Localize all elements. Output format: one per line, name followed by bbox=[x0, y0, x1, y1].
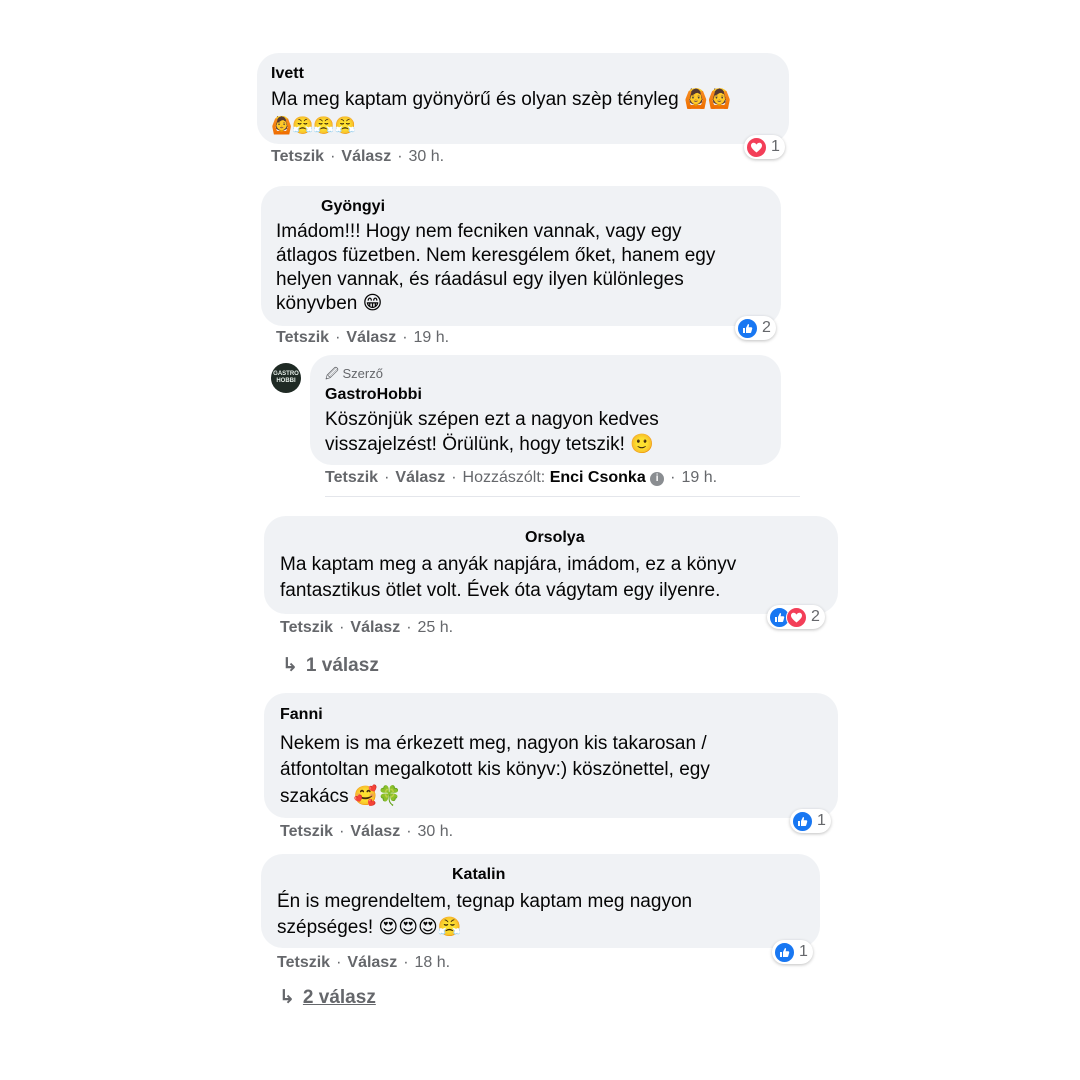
comment-text-line: könyvben 😁 bbox=[276, 293, 383, 314]
reply-text-line: Köszönjük szépen ezt a nagyon kedves bbox=[325, 409, 659, 430]
avatar[interactable]: GASTRO HOBBI bbox=[271, 363, 301, 393]
comment-text-line: szépséges! 😍😍😍😤 bbox=[277, 917, 462, 938]
reply-link[interactable]: Válasz bbox=[395, 469, 445, 486]
reaction-count-value: 1 bbox=[771, 138, 780, 155]
like-icon bbox=[792, 810, 813, 832]
comment-text-line: 🙆😤😤😤 bbox=[271, 116, 356, 136]
like-link[interactable]: Tetszik bbox=[280, 619, 333, 636]
comment-actions: Tetszik · Válasz · 18 h. bbox=[277, 954, 451, 971]
comment-author[interactable]: Gyöngyi bbox=[321, 198, 385, 216]
reply-link[interactable]: Válasz bbox=[347, 954, 397, 971]
divider bbox=[325, 496, 800, 497]
replies-count-label: 1 válasz bbox=[305, 655, 379, 676]
comment-text-line: Én is megrendeltem, tegnap kaptam meg na… bbox=[277, 891, 693, 912]
like-link[interactable]: Tetszik bbox=[277, 954, 330, 971]
comment-text-line: átlagos füzetben. Nem keresgélem őket, h… bbox=[276, 245, 716, 266]
like-icon bbox=[774, 941, 795, 963]
comment-actions: Tetszik · Válasz · 30 h. bbox=[271, 148, 445, 165]
comment-text-line: átfontoltan megalkotott kis könyv:) kösz… bbox=[280, 759, 710, 780]
reply-arrow-icon: ↳ bbox=[282, 655, 298, 676]
reaction-count-value: 2 bbox=[811, 608, 820, 625]
comment-timestamp: 18 h. bbox=[414, 954, 451, 971]
comment-actions: Tetszik · Válasz · 19 h. bbox=[276, 329, 450, 346]
like-link[interactable]: Tetszik bbox=[276, 329, 329, 346]
reply-author[interactable]: GastroHobbi bbox=[325, 386, 422, 404]
reply-link[interactable]: Válasz bbox=[341, 148, 391, 165]
comment-text-line: fantasztikus ötlet volt. Évek óta vágyta… bbox=[280, 580, 721, 601]
reaction-count-value: 1 bbox=[817, 812, 826, 829]
replies-count-label: 2 válasz bbox=[302, 987, 376, 1008]
reply-link[interactable]: Válasz bbox=[346, 329, 396, 346]
reaction-count[interactable]: 1 bbox=[744, 135, 785, 159]
reaction-count[interactable]: 2 bbox=[735, 316, 776, 340]
comment-timestamp: 30 h. bbox=[408, 148, 445, 165]
comment-actions: Tetszik · Válasz · 30 h. bbox=[280, 823, 454, 840]
comment-text-line: Nekem is ma érkezett meg, nagyon kis tak… bbox=[280, 733, 707, 754]
like-link[interactable]: Tetszik bbox=[325, 469, 378, 486]
comment-timestamp: 25 h. bbox=[417, 619, 454, 636]
comment-actions: Tetszik · Válasz · 25 h. bbox=[280, 619, 454, 636]
like-link[interactable]: Tetszik bbox=[271, 148, 324, 165]
comment-author[interactable]: Orsolya bbox=[525, 529, 585, 547]
view-replies-link[interactable]: ↳ 2 válasz bbox=[279, 986, 376, 1009]
comment-text-line: Imádom!!! Hogy nem fecniken vannak, vagy… bbox=[276, 221, 682, 242]
comment-text-line: Ma kaptam meg a anyák napjára, imádom, e… bbox=[280, 554, 737, 575]
comment-author[interactable]: Katalin bbox=[452, 866, 505, 884]
view-replies-link[interactable]: ↳ 1 válasz bbox=[282, 654, 379, 677]
comment-text-line: Ma meg kaptam gyönyörű és olyan szèp tén… bbox=[271, 89, 732, 110]
reaction-count[interactable]: 1 bbox=[772, 940, 813, 964]
love-icon bbox=[746, 136, 767, 158]
reaction-count-value: 1 bbox=[799, 943, 808, 960]
comment-author[interactable]: Fanni bbox=[280, 706, 323, 724]
contributor-name[interactable]: Enci Csonka bbox=[550, 469, 646, 486]
like-link[interactable]: Tetszik bbox=[280, 823, 333, 840]
reaction-count[interactable]: 1 bbox=[790, 809, 831, 833]
comment-timestamp: 19 h. bbox=[681, 469, 718, 486]
comment-text-line: szakács 🥰🍀 bbox=[280, 786, 402, 807]
reaction-count[interactable]: 2 bbox=[767, 605, 825, 629]
reply-actions: Tetszik · Válasz · Hozzászólt: Enci Csonka i… bbox=[325, 469, 718, 486]
reply-link[interactable]: Válasz bbox=[350, 619, 400, 636]
love-icon bbox=[786, 606, 807, 628]
reply-link[interactable]: Válasz bbox=[350, 823, 400, 840]
comment-timestamp: 30 h. bbox=[417, 823, 454, 840]
like-icon bbox=[737, 317, 758, 339]
author-badge: 🖉 Szerző bbox=[325, 366, 383, 381]
reaction-count-value: 2 bbox=[762, 319, 771, 336]
info-icon[interactable]: i bbox=[650, 472, 665, 486]
comment-timestamp: 19 h. bbox=[413, 329, 450, 346]
reply-arrow-icon: ↳ bbox=[279, 987, 295, 1008]
comment-author[interactable]: Ivett bbox=[271, 65, 304, 83]
reply-text-line: visszajelzést! Örülünk, hogy tetszik! 🙂 bbox=[325, 434, 654, 455]
comment-text-line: helyen vannak, és ráadásul egy ilyen kül… bbox=[276, 269, 684, 290]
avatar-logo-text: GASTRO HOBBI bbox=[273, 371, 299, 384]
contributed-label: Hozzászólt: bbox=[462, 469, 546, 486]
